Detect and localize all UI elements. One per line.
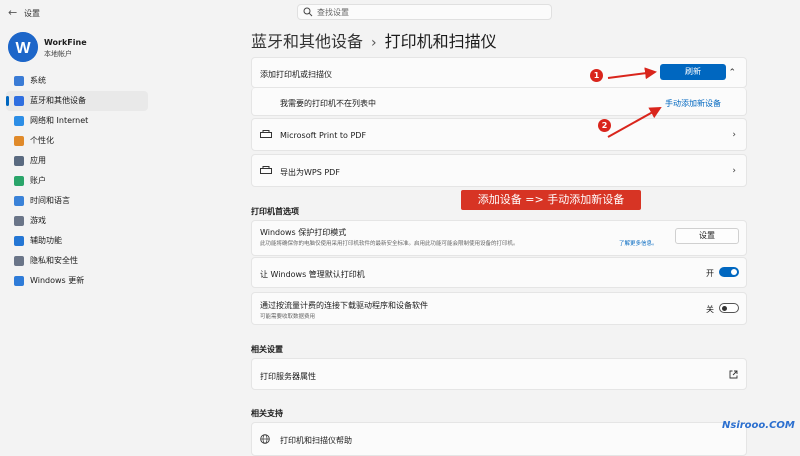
- sidebar-item[interactable]: 网络和 Internet: [6, 111, 148, 131]
- sidebar-item-label: 账户: [30, 176, 46, 185]
- step-2-badge: 2: [598, 119, 611, 132]
- sidebar-item-label: 系统: [30, 76, 46, 85]
- sidebar-item[interactable]: 账户: [6, 171, 148, 191]
- apps-icon: [14, 156, 24, 166]
- print-server-row[interactable]: 打印服务器属性: [251, 358, 747, 390]
- printer-name: Microsoft Print to PDF: [280, 131, 367, 140]
- metered-description: 可能需要收取数据费用: [260, 314, 316, 320]
- metered-card: 通过按流量计费的连接下载驱动程序和设备软件 可能需要收取数据费用: [251, 292, 747, 325]
- sidebar: W WorkFine 本地帐户 系统蓝牙和其他设备 网络和 Internet 个性化…: [0, 26, 150, 452]
- account-type: 本地帐户: [44, 50, 72, 58]
- not-listed-label: 我需要的打印机不在列表中: [280, 99, 376, 108]
- print-server-label: 打印服务器属性: [260, 372, 316, 381]
- help-label: 打印机和扫描仪帮助: [280, 436, 352, 445]
- sidebar-item-label: 辅助功能: [30, 236, 62, 245]
- search-box[interactable]: 查找设置: [297, 4, 552, 20]
- protected-mode-description: 此功能将确保你的电脑仅使用采用打印机软件的最新安全标准。启用此功能可能会限制使用…: [260, 241, 519, 247]
- watermark: Nsirooo.COM: [722, 420, 795, 431]
- sidebar-item-label: 时间和语言: [30, 196, 70, 205]
- manual-add-link[interactable]: 手动添加新设备: [665, 98, 721, 109]
- search-input[interactable]: 查找设置: [317, 7, 349, 18]
- chevron-right-icon: ›: [732, 166, 736, 176]
- gamepad-icon: [14, 216, 24, 226]
- sidebar-item-label: 网络和 Internet: [30, 116, 89, 125]
- window-title: 设置: [24, 9, 40, 18]
- chevron-right-icon: ›: [732, 130, 736, 140]
- sidebar-item[interactable]: 辅助功能: [6, 231, 148, 251]
- chevron-up-icon[interactable]: ⌃: [728, 68, 736, 78]
- avatar: W: [8, 32, 38, 62]
- search-icon: [303, 7, 313, 17]
- page-title: 打印机和扫描仪: [384, 32, 497, 51]
- breadcrumb: 蓝牙和其他设备 › 打印机和扫描仪: [251, 28, 497, 52]
- related-support-title: 相关支持: [251, 409, 283, 418]
- sidebar-nav: 系统蓝牙和其他设备 网络和 Internet 个性化应用账户时间和语言游戏辅助功能隐…: [6, 71, 148, 291]
- back-arrow-icon[interactable]: ←: [8, 6, 17, 19]
- person-icon: [14, 176, 24, 186]
- metered-state: 关: [706, 305, 714, 314]
- chevron-right-icon: ›: [371, 35, 377, 51]
- printer-name: 导出为WPS PDF: [280, 168, 340, 177]
- bluetooth-icon: [14, 96, 24, 106]
- sidebar-item[interactable]: 游戏: [6, 211, 148, 231]
- sidebar-item[interactable]: 个性化: [6, 131, 148, 151]
- default-printer-toggle[interactable]: [719, 267, 739, 277]
- logo-letter: W: [15, 40, 31, 57]
- shield-icon: [14, 256, 24, 266]
- sidebar-item[interactable]: 隐私和安全性: [6, 251, 148, 271]
- user-name: WorkFine: [44, 38, 87, 47]
- not-listed-row: 我需要的打印机不在列表中 手动添加新设备: [251, 88, 747, 116]
- profile[interactable]: W WorkFine 本地帐户: [8, 32, 148, 64]
- sidebar-item[interactable]: Windows 更新: [6, 271, 148, 291]
- globe-icon: [260, 434, 270, 444]
- breadcrumb-parent[interactable]: 蓝牙和其他设备: [251, 32, 363, 51]
- monitor-icon: [14, 76, 24, 86]
- learn-more-link[interactable]: 了解更多信息。: [619, 239, 658, 247]
- protected-mode-card: Windows 保护打印模式 此功能将确保你的电脑仅使用采用打印机软件的最新安全…: [251, 220, 747, 256]
- metered-label: 通过按流量计费的连接下载驱动程序和设备软件: [260, 301, 428, 310]
- add-printer-label: 添加打印机或扫描仪: [260, 70, 332, 79]
- settings-button[interactable]: 设置: [675, 228, 739, 244]
- printer-icon: [260, 130, 272, 138]
- metered-toggle[interactable]: [719, 303, 739, 313]
- printer-row[interactable]: Microsoft Print to PDF ›: [251, 118, 747, 151]
- annotation-callout: 添加设备 => 手动添加新设备: [461, 190, 641, 210]
- sidebar-item-label: Windows 更新: [30, 276, 85, 285]
- external-link-icon: [729, 370, 738, 379]
- help-row[interactable]: 打印机和扫描仪帮助: [251, 422, 747, 456]
- sidebar-item[interactable]: 蓝牙和其他设备: [6, 91, 148, 111]
- sidebar-item[interactable]: 系统: [6, 71, 148, 91]
- brush-icon: [14, 136, 24, 146]
- sidebar-item-label: 应用: [30, 156, 46, 165]
- default-printer-card: 让 Windows 管理默认打印机: [251, 257, 747, 288]
- default-printer-label: 让 Windows 管理默认打印机: [260, 270, 365, 279]
- sidebar-item-label: 个性化: [30, 136, 54, 145]
- update-icon: [14, 276, 24, 286]
- title-bar: ← 设置 查找设置: [0, 0, 800, 26]
- accessibility-icon: [14, 236, 24, 246]
- sidebar-item-label: 蓝牙和其他设备: [30, 96, 86, 105]
- globe-icon: [14, 196, 24, 206]
- printer-row[interactable]: 导出为WPS PDF ›: [251, 154, 747, 187]
- sidebar-item[interactable]: 应用: [6, 151, 148, 171]
- sidebar-item-label: 隐私和安全性: [30, 256, 78, 265]
- related-settings-title: 相关设置: [251, 345, 283, 354]
- protected-mode-title: Windows 保护打印模式: [260, 228, 347, 237]
- default-printer-state: 开: [706, 269, 714, 278]
- printer-icon: [260, 166, 272, 174]
- sidebar-item-label: 游戏: [30, 216, 46, 225]
- step-1-badge: 1: [590, 69, 603, 82]
- sidebar-item[interactable]: 时间和语言: [6, 191, 148, 211]
- preferences-section-title: 打印机首选项: [251, 207, 299, 216]
- refresh-button[interactable]: 刷新: [660, 64, 726, 80]
- wifi-icon: [14, 116, 24, 126]
